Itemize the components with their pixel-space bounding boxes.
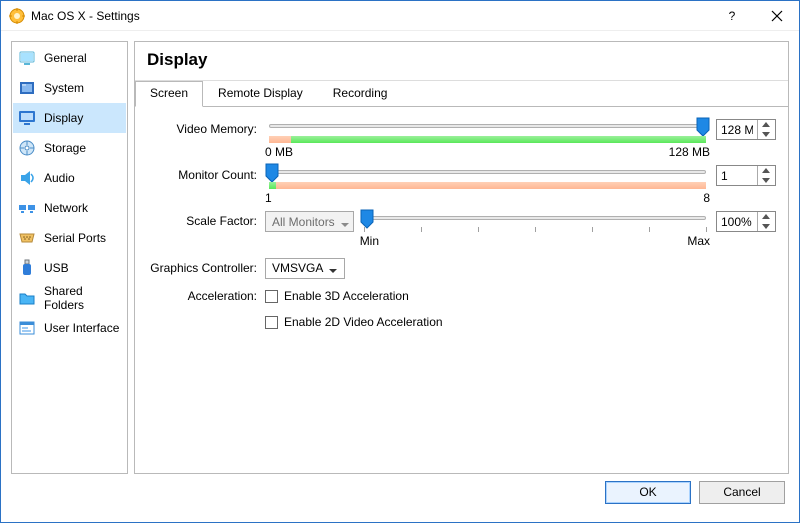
user-interface-icon <box>18 319 36 337</box>
spin-up-icon[interactable] <box>758 166 773 176</box>
tab-screen[interactable]: Screen <box>135 81 203 107</box>
sidebar-item-general[interactable]: General <box>13 43 126 73</box>
app-icon <box>9 8 25 24</box>
sidebar-item-label: USB <box>44 261 69 275</box>
window-title: Mac OS X - Settings <box>31 9 140 23</box>
sidebar-item-usb[interactable]: USB <box>13 253 126 283</box>
category-sidebar: General System Display Storage Audio <box>11 41 128 474</box>
video-memory-label: Video Memory: <box>135 119 265 136</box>
general-icon <box>18 49 36 67</box>
slider-thumb-icon <box>265 163 279 183</box>
sidebar-item-audio[interactable]: Audio <box>13 163 126 193</box>
video-memory-spinbox[interactable] <box>716 119 776 140</box>
settings-window: Mac OS X - Settings ? General System <box>0 0 800 523</box>
spin-up-icon[interactable] <box>758 120 773 130</box>
shared-folders-icon <box>18 289 36 307</box>
ok-button[interactable]: OK <box>605 481 691 504</box>
acceleration-label: Acceleration: <box>135 289 265 303</box>
scale-factor-value[interactable] <box>717 212 757 231</box>
spin-down-icon[interactable] <box>758 222 773 232</box>
display-icon <box>18 109 36 127</box>
sidebar-item-label: User Interface <box>44 321 119 335</box>
sidebar-item-serial-ports[interactable]: Serial Ports <box>13 223 126 253</box>
video-memory-min: 0 MB <box>265 145 293 159</box>
scale-factor-min: Min <box>360 234 379 248</box>
content-pane: Display Screen Remote Display Recording … <box>134 41 789 474</box>
video-memory-value[interactable] <box>717 120 757 139</box>
graphics-controller-combo[interactable]: VMSVGA <box>265 258 345 279</box>
screen-pane: Video Memory: <box>135 107 788 348</box>
sidebar-item-label: Storage <box>44 141 86 155</box>
sidebar-item-label: Audio <box>44 171 75 185</box>
monitor-count-slider[interactable] <box>265 165 710 181</box>
monitor-count-min: 1 <box>265 191 272 205</box>
sidebar-item-label: System <box>44 81 84 95</box>
chevron-down-icon <box>341 218 349 226</box>
checkbox-icon <box>265 316 278 329</box>
scale-factor-slider[interactable] <box>360 211 710 227</box>
sidebar-item-network[interactable]: Network <box>13 193 126 223</box>
video-memory-max: 128 MB <box>669 145 710 159</box>
sidebar-item-label: Network <box>44 201 88 215</box>
help-button[interactable]: ? <box>709 1 754 31</box>
storage-icon <box>18 139 36 157</box>
cancel-button[interactable]: Cancel <box>699 481 785 504</box>
system-icon <box>18 79 36 97</box>
spin-down-icon[interactable] <box>758 176 773 186</box>
monitor-count-max: 8 <box>703 191 710 205</box>
slider-thumb-icon <box>696 117 710 137</box>
serial-ports-icon <box>18 229 36 247</box>
slider-thumb-icon <box>360 209 374 229</box>
monitor-count-spinbox[interactable] <box>716 165 776 186</box>
audio-icon <box>18 169 36 187</box>
tab-remote-display[interactable]: Remote Display <box>203 81 318 107</box>
scale-factor-max: Max <box>687 234 710 248</box>
scale-factor-spinbox[interactable] <box>716 211 776 232</box>
display-tabs: Screen Remote Display Recording <box>135 81 788 107</box>
sidebar-item-shared-folders[interactable]: Shared Folders <box>13 283 126 313</box>
enable-3d-checkbox[interactable]: Enable 3D Acceleration <box>265 289 409 303</box>
dialog-footer: OK Cancel <box>11 474 789 512</box>
sidebar-item-label: Shared Folders <box>44 284 121 312</box>
sidebar-item-label: General <box>44 51 87 65</box>
enable-2d-checkbox[interactable]: Enable 2D Video Acceleration <box>265 315 443 329</box>
page-heading: Display <box>135 42 788 81</box>
chevron-down-icon <box>329 264 337 272</box>
sidebar-item-label: Serial Ports <box>44 231 106 245</box>
monitor-count-label: Monitor Count: <box>135 165 265 182</box>
sidebar-item-label: Display <box>44 111 83 125</box>
tab-recording[interactable]: Recording <box>318 81 403 107</box>
sidebar-item-display[interactable]: Display <box>13 103 126 133</box>
graphics-controller-label: Graphics Controller: <box>135 261 265 275</box>
usb-icon <box>18 259 36 277</box>
sidebar-item-user-interface[interactable]: User Interface <box>13 313 126 343</box>
close-button[interactable] <box>754 1 799 31</box>
sidebar-item-system[interactable]: System <box>13 73 126 103</box>
spin-down-icon[interactable] <box>758 130 773 140</box>
checkbox-icon <box>265 290 278 303</box>
sidebar-item-storage[interactable]: Storage <box>13 133 126 163</box>
scale-scope-combo: All Monitors <box>265 211 354 232</box>
svg-text:?: ? <box>728 10 735 22</box>
video-memory-slider[interactable] <box>265 119 710 135</box>
scale-factor-label: Scale Factor: <box>135 211 265 228</box>
spin-up-icon[interactable] <box>758 212 773 222</box>
titlebar: Mac OS X - Settings ? <box>1 1 799 31</box>
monitor-count-value[interactable] <box>717 166 757 185</box>
network-icon <box>18 199 36 217</box>
